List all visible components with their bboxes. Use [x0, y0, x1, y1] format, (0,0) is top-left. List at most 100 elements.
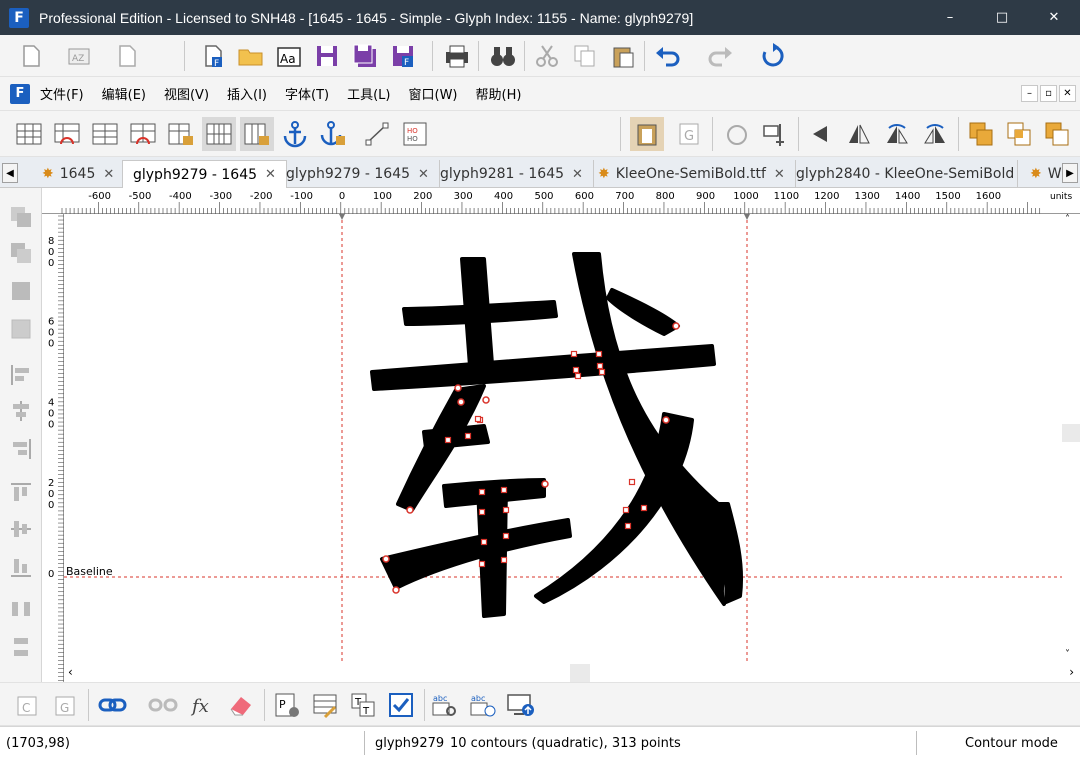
on-curve-point[interactable] — [382, 555, 390, 563]
page-setup-button[interactable] — [110, 39, 144, 73]
properties-button[interactable]: P — [270, 688, 304, 722]
on-curve-point[interactable] — [662, 416, 670, 424]
tab-close-icon[interactable]: ✕ — [103, 167, 114, 182]
glyph-canvas[interactable]: Baseline — [64, 214, 1066, 664]
unlink-button[interactable] — [146, 688, 180, 722]
mirror-button[interactable] — [842, 117, 876, 151]
align-top-button[interactable] — [6, 478, 36, 508]
off-curve-point[interactable] — [478, 508, 486, 516]
advance-marker-icon[interactable] — [744, 214, 750, 220]
off-curve-point[interactable] — [598, 368, 606, 376]
grid-rows-button[interactable] — [88, 117, 122, 151]
grid-rows-remove-button[interactable] — [126, 117, 160, 151]
off-curve-point[interactable] — [502, 506, 510, 514]
web-preview-button[interactable]: abc — [466, 688, 500, 722]
new-font-button[interactable]: F — [196, 39, 230, 73]
open-font-button[interactable]: Aa — [272, 39, 306, 73]
tab-font-1645[interactable]: ✸ 1645 ✕ — [32, 160, 126, 188]
distribute-v-button[interactable] — [6, 632, 36, 662]
off-curve-point[interactable] — [574, 372, 582, 380]
align-right-button[interactable] — [6, 434, 36, 464]
scroll-up-icon[interactable]: ˄ — [1065, 214, 1070, 225]
off-curve-point[interactable] — [572, 366, 580, 374]
curve-tool-button[interactable] — [360, 117, 394, 151]
tab-scroll-left-button[interactable]: ◀ — [2, 163, 18, 183]
menu-insert[interactable]: 插入(I) — [227, 84, 267, 103]
transform-button[interactable] — [758, 117, 792, 151]
formula-button[interactable]: fx — [186, 688, 220, 722]
link-button[interactable] — [96, 688, 130, 722]
bring-front-button[interactable] — [6, 202, 36, 232]
tab-glyph9279[interactable]: glyph9279 - 1645 ✕ — [276, 160, 440, 188]
on-curve-point[interactable] — [541, 480, 549, 488]
menu-help[interactable]: 帮助(H) — [476, 84, 522, 103]
on-curve-point[interactable] — [672, 322, 680, 330]
off-curve-point[interactable] — [624, 522, 632, 530]
tab-close-icon[interactable]: ✕ — [572, 167, 583, 182]
tab-kleeone-font[interactable]: ✸ KleeOne-SemiBold.ttf ✕ — [588, 160, 796, 188]
off-curve-point[interactable] — [596, 362, 604, 370]
grid-columns-lock-button[interactable] — [240, 117, 274, 151]
grid-remove-button[interactable] — [50, 117, 84, 151]
off-curve-point[interactable] — [474, 415, 482, 423]
new-file-button[interactable] — [14, 39, 48, 73]
upload-button[interactable] — [504, 688, 538, 722]
grid-toggle-button[interactable] — [202, 117, 236, 151]
off-curve-point[interactable] — [478, 488, 486, 496]
eraser-button[interactable] — [224, 688, 258, 722]
glyph-editor-svg[interactable]: Baseline — [64, 214, 1066, 664]
on-curve-point[interactable] — [482, 396, 490, 404]
vertical-scroll-thumb[interactable] — [1062, 424, 1080, 442]
undo-button[interactable] — [652, 39, 686, 73]
vertical-scrollbar[interactable]: ˄ ˅ — [1062, 214, 1080, 664]
off-curve-point[interactable] — [500, 556, 508, 564]
clipboard-glyph-button[interactable] — [630, 117, 664, 151]
maximize-button[interactable]: □ — [976, 0, 1028, 35]
grid-lock-button[interactable] — [164, 117, 198, 151]
tab-scroll-right-button[interactable]: ▶ — [1062, 163, 1078, 183]
backward-button[interactable] — [6, 314, 36, 344]
redo-button[interactable] — [702, 39, 736, 73]
align-bottom-button[interactable] — [6, 552, 36, 582]
menu-file[interactable]: 文件(F) — [40, 84, 84, 103]
text-tool-button[interactable]: TT — [346, 688, 380, 722]
scroll-left-icon[interactable]: ‹ — [68, 665, 73, 679]
glyph-outline[interactable] — [370, 252, 744, 618]
print-button[interactable] — [440, 39, 474, 73]
mdi-close-button[interactable]: ✕ — [1059, 85, 1076, 102]
menu-tools[interactable]: 工具(L) — [347, 84, 390, 103]
scroll-right-icon[interactable]: › — [1069, 665, 1074, 679]
subtract-button[interactable] — [1040, 117, 1074, 151]
align-middle-button[interactable] — [6, 514, 36, 544]
off-curve-point[interactable] — [628, 478, 636, 486]
off-curve-point[interactable] — [595, 350, 603, 358]
validate-button[interactable] — [384, 688, 418, 722]
insert-glyph-button[interactable]: G — [48, 688, 82, 722]
tab-glyph9279-active[interactable]: glyph9279 - 1645 ✕ — [122, 160, 287, 188]
save-button[interactable] — [310, 39, 344, 73]
refresh-button[interactable] — [756, 39, 790, 73]
grid-button[interactable] — [12, 117, 46, 151]
new-from-template-button[interactable]: AZ — [62, 39, 96, 73]
off-curve-point[interactable] — [478, 560, 486, 568]
distribute-h-button[interactable] — [6, 594, 36, 624]
on-curve-point[interactable] — [406, 506, 414, 514]
align-left-button[interactable] — [6, 360, 36, 390]
menu-font[interactable]: 字体(T) — [285, 84, 329, 103]
off-curve-point[interactable] — [640, 504, 648, 512]
anchor-lock-button[interactable] — [316, 117, 350, 151]
insert-char-button[interactable]: C — [10, 688, 44, 722]
anchor-button[interactable] — [278, 117, 312, 151]
off-curve-point[interactable] — [500, 486, 508, 494]
edit-table-button[interactable] — [308, 688, 342, 722]
find-button[interactable] — [486, 39, 520, 73]
on-curve-point[interactable] — [392, 586, 400, 594]
skew-right-button[interactable] — [918, 117, 952, 151]
on-curve-point[interactable] — [454, 384, 462, 392]
horizontal-scrollbar[interactable]: ‹ › — [64, 664, 1080, 682]
skew-left-button[interactable] — [880, 117, 914, 151]
tab-w[interactable]: ✸ W — [1020, 160, 1064, 188]
tab-glyph2840[interactable]: glyph2840 - KleeOne-SemiBold — [786, 160, 1018, 188]
intersect-button[interactable] — [1002, 117, 1036, 151]
save-all-button[interactable] — [348, 39, 382, 73]
